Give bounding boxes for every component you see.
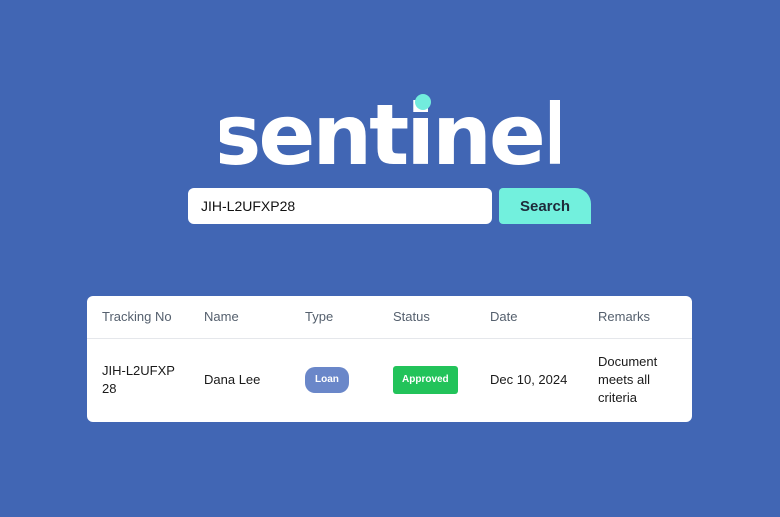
cell-remarks: Document meets all criteria: [583, 338, 692, 422]
search-button[interactable]: Search: [499, 188, 591, 224]
tracking-no-value: JIH-L2UFXP28: [102, 363, 175, 397]
sentinel-wordmark: sentinel: [220, 86, 560, 174]
column-header-remarks: Remarks: [583, 296, 692, 339]
column-header-type: Type: [290, 296, 378, 339]
date-value: Dec 10, 2024: [490, 372, 568, 388]
search-bar: Search: [188, 188, 591, 224]
remarks-value: Document meets all criteria: [598, 354, 658, 406]
cell-type: Loan: [290, 338, 378, 422]
column-header-status: Status: [378, 296, 475, 339]
results-table-card: Tracking No Name Type Status Date Remark…: [87, 296, 692, 422]
column-header-date: Date: [475, 296, 583, 339]
tracking-search-input[interactable]: [188, 188, 492, 224]
column-header-name: Name: [189, 296, 290, 339]
table-row: JIH-L2UFXP28 Dana Lee Loan Approved Dec …: [87, 338, 692, 422]
results-table: Tracking No Name Type Status Date Remark…: [87, 296, 692, 422]
type-badge: Loan: [305, 367, 349, 394]
brand-name: sentinel: [220, 86, 560, 174]
sentinel-logo: sentinel: [0, 84, 780, 174]
cell-date: Dec 10, 2024: [475, 338, 583, 422]
table-header-row: Tracking No Name Type Status Date Remark…: [87, 296, 692, 339]
cell-status: Approved: [378, 338, 475, 422]
cell-name: Dana Lee: [189, 338, 290, 422]
status-badge: Approved: [393, 366, 458, 395]
name-value: Dana Lee: [204, 372, 261, 388]
logo-dot-icon: [415, 94, 431, 110]
column-header-tracking-no: Tracking No: [87, 296, 189, 339]
cell-tracking-no: JIH-L2UFXP28: [87, 338, 189, 422]
